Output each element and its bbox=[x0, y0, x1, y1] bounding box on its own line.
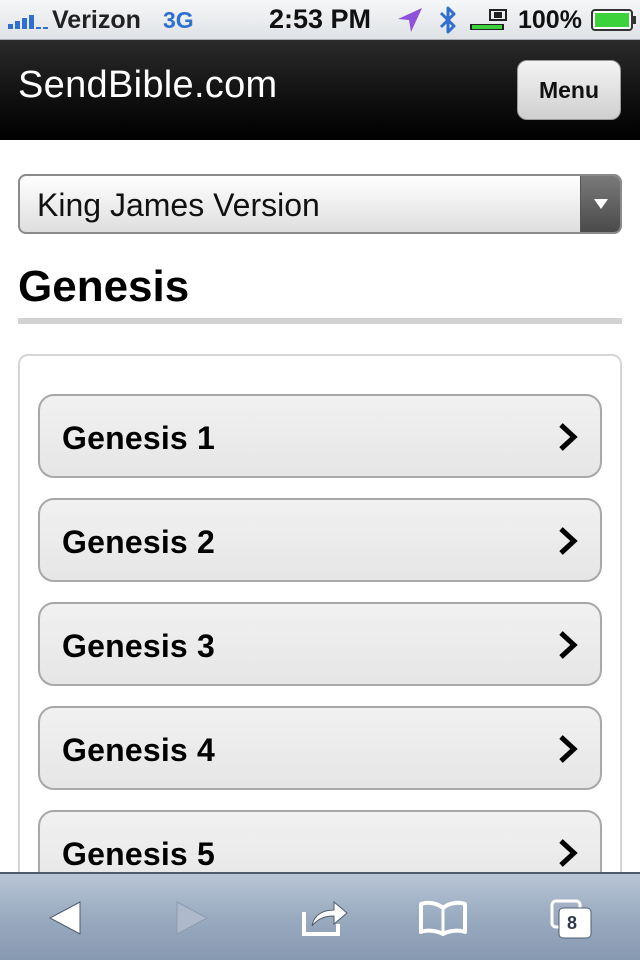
share-icon bbox=[302, 900, 348, 936]
orientation-lock-icon bbox=[470, 9, 507, 30]
bible-version-selected: King James Version bbox=[37, 187, 320, 223]
forward-arrow-icon bbox=[176, 901, 209, 935]
menu-button[interactable]: Menu bbox=[517, 60, 621, 120]
chevron-right-icon bbox=[559, 527, 578, 555]
book-title: Genesis bbox=[18, 262, 190, 311]
site-header: SendBible.com Menu bbox=[0, 40, 640, 140]
tabs-button[interactable]: 8 bbox=[533, 874, 613, 960]
screen: Verizon 3G 2:53 PM 100% SendBible.com Me… bbox=[0, 0, 640, 960]
battery-percent: 100% bbox=[518, 6, 582, 34]
chapter-item[interactable]: Genesis 1 bbox=[38, 394, 602, 478]
chapter-label: Genesis 4 bbox=[62, 732, 216, 768]
chapter-label: Genesis 1 bbox=[62, 420, 216, 456]
share-button[interactable] bbox=[285, 874, 365, 960]
back-arrow-icon bbox=[48, 901, 81, 935]
chapter-label: Genesis 5 bbox=[62, 836, 216, 872]
battery-icon bbox=[591, 9, 636, 31]
chevron-right-icon bbox=[559, 735, 578, 763]
browser-toolbar: 8 bbox=[0, 872, 640, 960]
chevron-right-icon bbox=[559, 839, 578, 867]
site-logo-text[interactable]: SendBible.com bbox=[18, 64, 278, 107]
chapter-label: Genesis 3 bbox=[62, 628, 216, 664]
bookmarks-icon bbox=[419, 900, 467, 936]
title-divider bbox=[18, 318, 622, 324]
back-button[interactable] bbox=[25, 874, 105, 960]
bluetooth-icon bbox=[439, 6, 456, 34]
chapter-label: Genesis 2 bbox=[62, 524, 216, 560]
location-arrow-icon bbox=[398, 8, 422, 32]
chevron-right-icon bbox=[559, 631, 578, 659]
chapter-item[interactable]: Genesis 3 bbox=[38, 602, 602, 686]
chevron-right-icon bbox=[559, 423, 578, 451]
status-bar: Verizon 3G 2:53 PM 100% bbox=[0, 0, 640, 40]
forward-button[interactable] bbox=[152, 874, 232, 960]
chapter-item[interactable]: Genesis 4 bbox=[38, 706, 602, 790]
chapter-item[interactable]: Genesis 2 bbox=[38, 498, 602, 582]
tab-count: 8 bbox=[566, 912, 577, 933]
bookmarks-button[interactable] bbox=[403, 874, 483, 960]
dropdown-arrow-icon bbox=[580, 176, 620, 232]
bible-version-select[interactable]: King James Version bbox=[18, 174, 622, 234]
